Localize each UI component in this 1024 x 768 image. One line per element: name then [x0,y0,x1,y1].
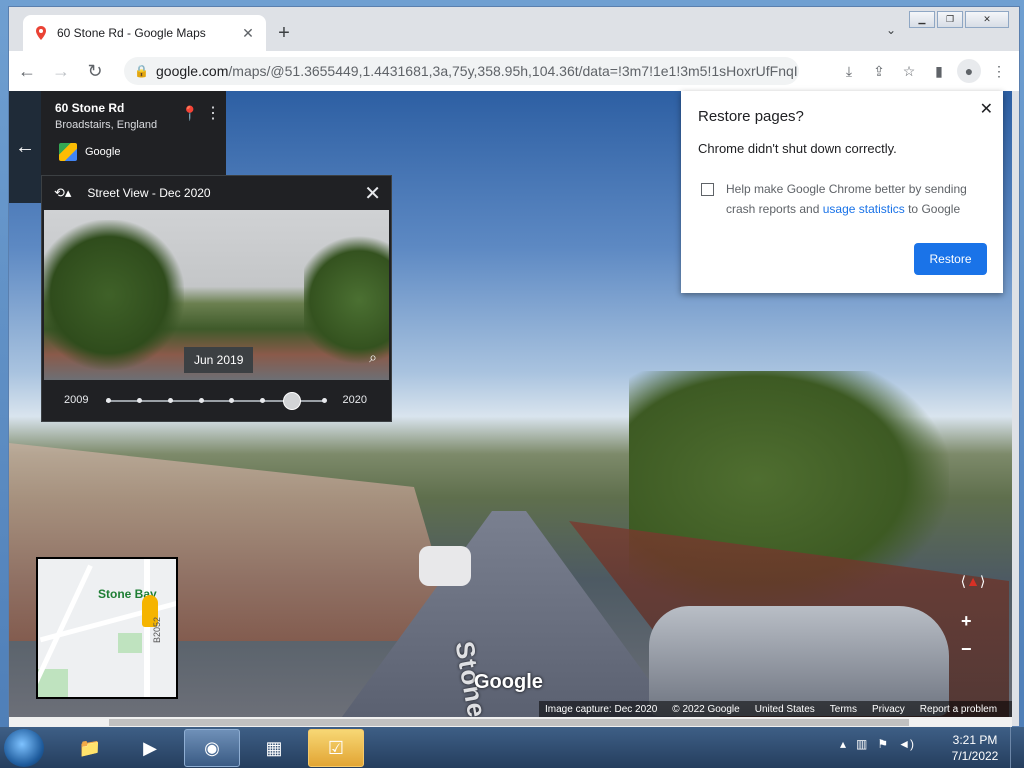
toolbar-actions: ⤓ ⇪ ☆ ▮ ● ⋮ [837,59,1011,83]
map-footer: Image capture: Dec 2020 © 2022 Google Un… [539,701,1012,717]
browser-toolbar: ← → ↻ 🔒 google.com/maps/@51.3655449,1.44… [9,51,1019,91]
slider-stop[interactable] [229,398,235,403]
compass-icon[interactable]: ⟨ ▲ ⟩ [953,561,993,601]
dialog-message: Chrome didn't shut down correctly. [698,141,897,156]
media-player-icon[interactable]: ▶ [122,729,178,767]
chrome-window: 60 Stone Rd - Google Maps ✕ + ⌄ ▁ ❐ ✕ ← … [8,6,1020,728]
minimap-road [144,559,150,697]
clock-time: 3:21 PM [952,733,998,747]
tab-google-maps[interactable]: 60 Stone Rd - Google Maps ✕ [23,15,266,51]
share-icon[interactable]: ⇪ [867,59,891,83]
clock-date: 7/1/2022 [951,749,999,763]
dialog-title: Restore pages? [698,108,804,125]
minimize-button[interactable]: ▁ [909,11,935,28]
date-tooltip: Jun 2019 [184,347,254,373]
location-pin-icon[interactable]: 📍 [181,105,198,122]
google-maps-icon [59,143,77,161]
new-tab-button[interactable]: + [271,21,297,47]
profile-icon[interactable]: ● [957,59,981,83]
back-to-map-icon[interactable]: ← [9,91,41,203]
usage-statistics-link[interactable]: usage statistics [823,202,905,216]
place-source: Google [59,143,120,161]
country-link[interactable]: United States [755,704,815,715]
zoom-in-icon[interactable]: ⌕ [369,349,377,366]
google-logo: Google [474,671,543,693]
time-travel-title: Street View - Dec 2020 [87,186,211,200]
action-center-icon[interactable]: ⚑ [877,737,888,751]
volume-icon[interactable]: ◄) [898,737,914,751]
slider-start-year: 2009 [64,394,89,406]
install-app-icon[interactable]: ⤓ [837,59,861,83]
crash-report-checkbox[interactable] [701,183,714,196]
copyright-text: © 2022 Google [672,703,740,715]
image-capture-date: Image capture: Dec 2020 [545,703,658,715]
scrollbar-thumb[interactable] [109,719,909,726]
terms-link[interactable]: Terms [830,704,857,715]
slider-thumb[interactable] [283,392,302,410]
show-desktop-button[interactable] [1010,727,1024,768]
report-problem-link[interactable]: Report a problem [920,704,997,715]
place-subtitle: Broadstairs, England [55,119,158,131]
street-view-car-far [419,546,471,586]
close-window-button[interactable]: ✕ [965,11,1009,28]
minimap[interactable]: Stone Bay B2052 [36,557,178,699]
time-travel-header: ⟲▴ Street View - Dec 2020 [42,176,391,210]
tab-title: 60 Stone Rd - Google Maps [57,26,206,40]
chrome-icon[interactable]: ◉ [184,729,240,767]
slider-stop[interactable] [322,398,327,403]
dialog-close-icon[interactable]: ✕ [980,99,993,119]
tab-strip: 60 Stone Rd - Google Maps ✕ + ⌄ ▁ ❐ ✕ [9,7,1019,51]
restore-pages-dialog: Restore pages? ✕ Chrome didn't shut down… [681,91,1003,293]
year-slider[interactable]: 2009 2020 [42,390,391,414]
url-host: google.com [156,63,229,79]
street-view-car-near [649,606,949,716]
url-path: /maps/@51.3655449,1.4431681,3a,75y,358.9… [228,63,799,79]
bookmark-star-icon[interactable]: ☆ [897,59,921,83]
help-text-suffix: to Google [904,202,961,216]
address-bar[interactable]: 🔒 google.com/maps/@51.3655449,1.4431681,… [124,57,799,85]
start-button[interactable] [4,729,44,767]
time-travel-preview[interactable]: Jun 2019 ⌕ [44,210,389,380]
history-icon[interactable]: ⟲▴ [54,185,71,201]
system-tray: ▴ ▥ ⚑ ◄) [840,737,914,751]
restore-button[interactable]: Restore [914,243,987,275]
back-icon[interactable]: ← [11,55,43,87]
forward-icon[interactable]: → [45,55,77,87]
lock-icon[interactable]: 🔒 [134,64,149,78]
slider-stop[interactable] [106,398,111,403]
slider-stop[interactable] [198,398,204,403]
google-maps-favicon-icon [36,26,46,40]
slider-track[interactable] [106,392,327,410]
system-clock[interactable]: 3:21 PM 7/1/2022 [948,732,1002,764]
tab-close-icon[interactable]: ✕ [240,25,256,42]
place-title: 60 Stone Rd [55,101,125,115]
network-icon[interactable]: ▥ [856,737,867,751]
zoom-in-button[interactable]: + [961,611,972,632]
chrome-menu-icon[interactable]: ⋮ [987,59,1011,83]
time-travel-panel: ⟲▴ Street View - Dec 2020 ✕ Jun 2019 ⌕ 2… [41,175,392,422]
minimap-road-label: B2052 [152,616,163,644]
crash-report-label: Help make Google Chrome better by sendin… [726,179,986,219]
zoom-out-button[interactable]: − [961,639,972,660]
more-options-icon[interactable]: ⋮ [205,103,221,123]
slider-stop[interactable] [260,398,266,403]
slider-stop[interactable] [167,398,173,403]
preview-tree-left [44,220,184,370]
task-icon[interactable]: ☑ [308,729,364,767]
explorer-icon[interactable]: 📁 [62,729,118,767]
place-source-label: Google [85,146,121,158]
restore-window-button[interactable]: ❐ [937,11,963,28]
minimap-park [118,633,142,653]
slider-stop[interactable] [136,398,142,403]
tab-search-icon[interactable]: ⌄ [886,23,896,37]
privacy-link[interactable]: Privacy [872,704,905,715]
windows-taskbar: 📁 ▶ ◉ ▦ ☑ ▴ ▥ ⚑ ◄) 3:21 PM 7/1/2022 [0,727,1024,768]
close-icon[interactable]: ✕ [364,181,381,206]
tray-expand-icon[interactable]: ▴ [840,737,846,751]
slider-end-year: 2020 [342,394,367,406]
reload-icon[interactable]: ↻ [79,55,111,87]
window-controls: ▁ ❐ ✕ [909,11,1009,28]
control-panel-icon[interactable]: ▦ [246,729,302,767]
side-panel-icon[interactable]: ▮ [927,59,951,83]
